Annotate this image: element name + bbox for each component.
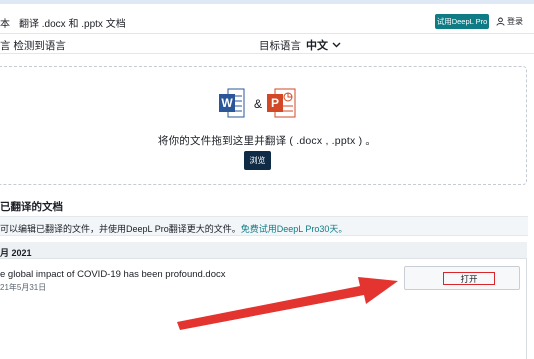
document-date: 21年5月31日	[0, 283, 47, 292]
translated-documents-title: 已翻译的文档	[0, 201, 63, 213]
open-button-label: 打开	[460, 273, 478, 284]
login-link[interactable]: 登录	[496, 16, 523, 27]
open-button-highlight: 打开	[443, 272, 495, 285]
top-navigation-bar: 本 翻译 .docx 和 .pptx 文档 试用DeepL Pro 登录	[0, 0, 534, 36]
browser-strip	[0, 0, 534, 4]
open-document-button[interactable]: 打开	[404, 266, 520, 290]
language-bar: 言 检测到语言 目标语言 中文	[0, 34, 534, 54]
login-label: 登录	[507, 17, 523, 26]
target-language-label: 目标语言	[259, 40, 301, 52]
document-name: e global impact of COVID-19 has been pro…	[0, 269, 226, 280]
target-language-selector[interactable]: 中文	[306, 37, 341, 53]
word-file-icon: W	[219, 88, 245, 118]
file-type-icons: W & P	[219, 86, 299, 119]
free-trial-link[interactable]: 免费试用DeepL Pro30天。	[241, 224, 348, 234]
svg-text:W: W	[221, 96, 233, 110]
ampersand: &	[254, 97, 262, 111]
drop-instruction-text: 将你的文件拖到这里并翻译 ( .docx , .pptx ) 。	[157, 135, 377, 147]
chevron-down-icon	[332, 42, 341, 48]
month-group-header: 月 2021	[0, 242, 527, 259]
source-language-selector[interactable]: 言 检测到语言	[0, 38, 66, 53]
try-deepl-pro-button[interactable]: 试用DeepL Pro	[435, 14, 489, 29]
user-icon	[496, 17, 505, 26]
svg-text:P: P	[271, 96, 279, 110]
tab-document-translation[interactable]: 翻译 .docx 和 .pptx 文档	[19, 15, 126, 36]
banner-text: 可以编辑已翻译的文件，并使用DeepL Pro翻译更大的文件。	[0, 224, 241, 234]
powerpoint-file-icon: P	[267, 88, 296, 118]
browse-button[interactable]: 浏览	[244, 151, 271, 170]
document-list-card	[0, 242, 527, 359]
target-language-value: 中文	[306, 40, 328, 52]
pro-info-banner: 可以编辑已翻译的文件，并使用DeepL Pro翻译更大的文件。免费试用DeepL…	[0, 216, 528, 236]
tab-text-translation[interactable]: 本	[0, 15, 10, 30]
